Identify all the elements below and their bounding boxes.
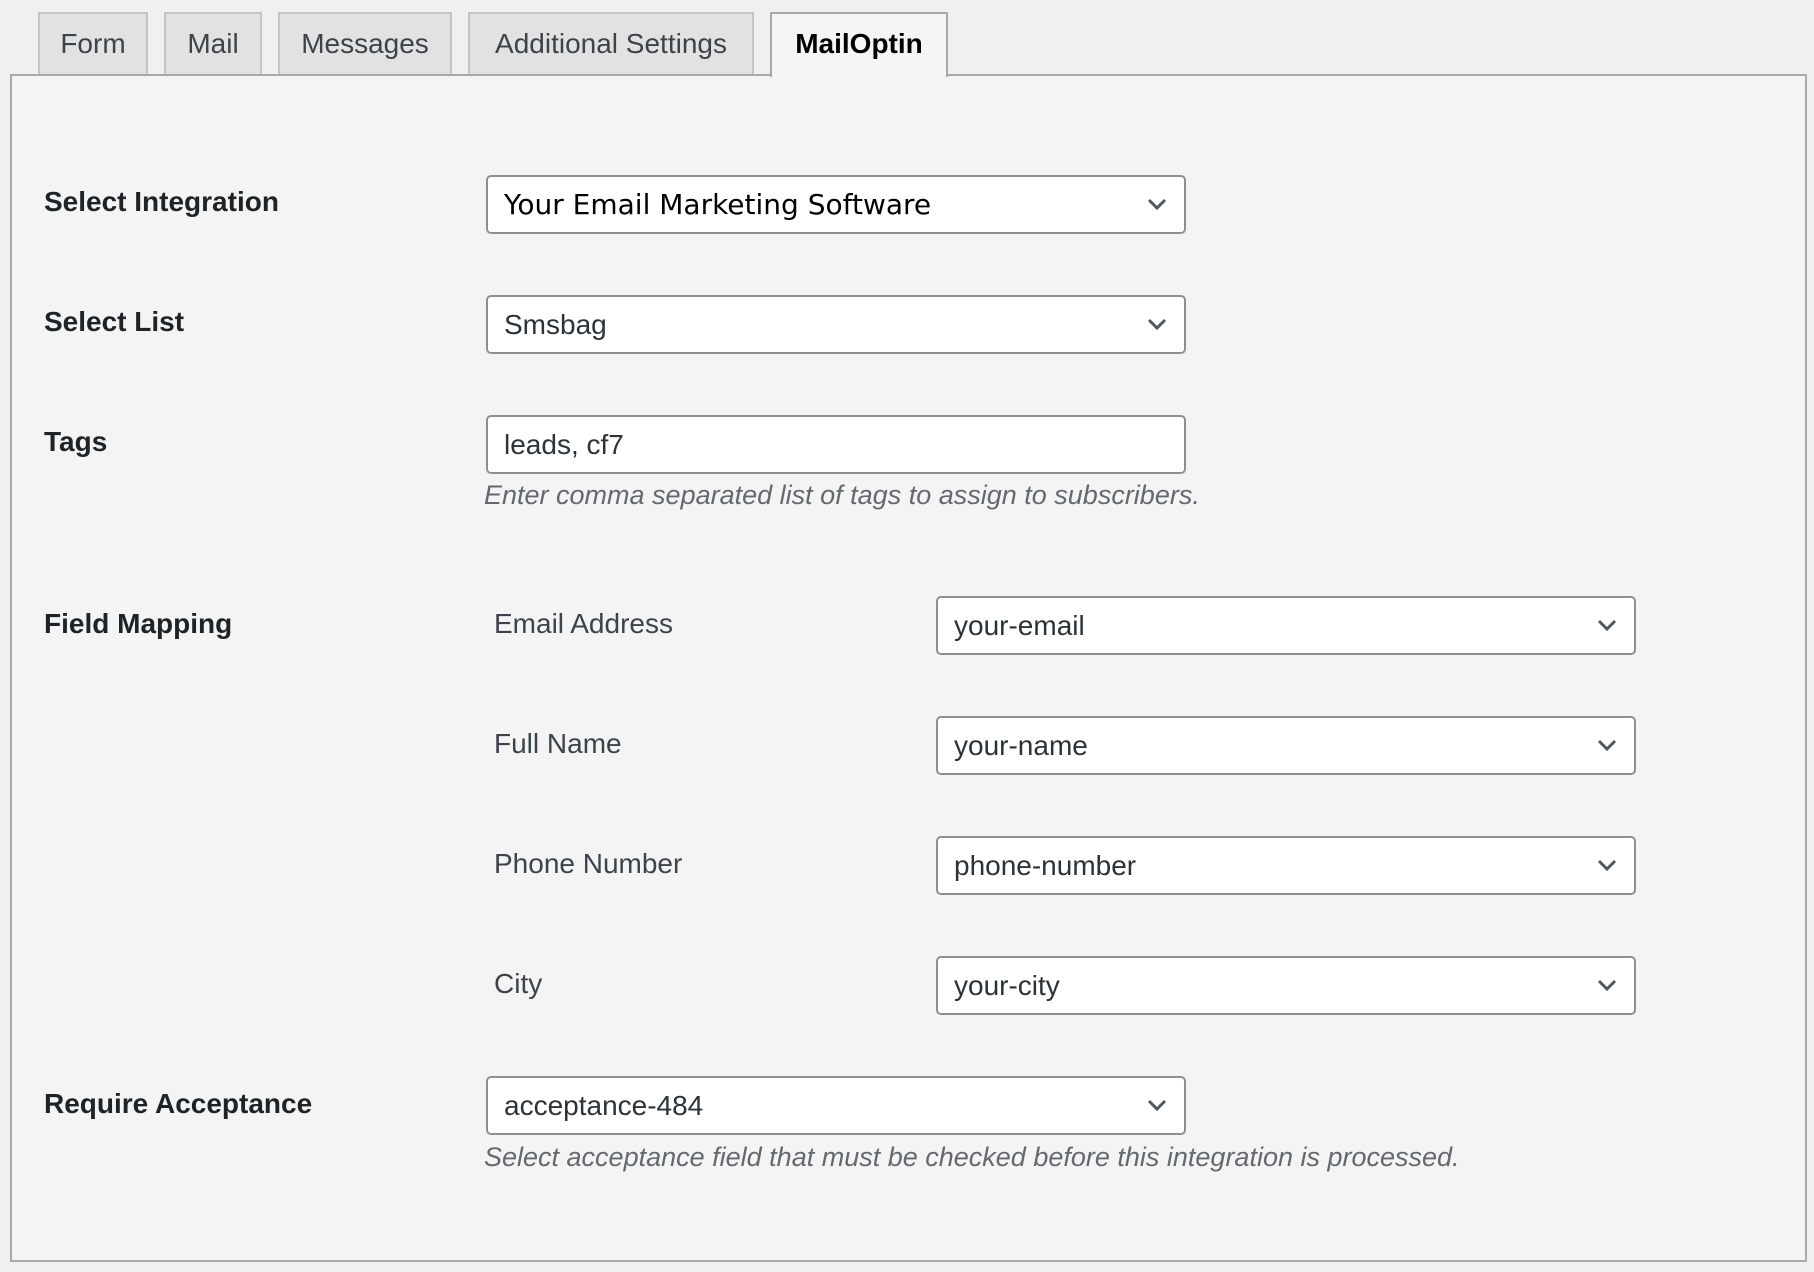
chevron-down-icon — [1594, 732, 1620, 758]
tab-additional-settings[interactable]: Additional Settings — [468, 12, 754, 74]
field-mapping-label: Field Mapping — [44, 608, 233, 639]
chevron-down-icon — [1594, 612, 1620, 638]
chevron-down-icon — [1144, 1092, 1170, 1118]
chevron-down-icon — [1594, 972, 1620, 998]
tab-mailoptin[interactable]: MailOptin — [770, 12, 948, 77]
select-integration-value: Your Email Marketing Software — [504, 188, 932, 221]
mapping-city-dropdown[interactable]: your-city — [936, 956, 1636, 1015]
select-list-value: Smsbag — [504, 309, 607, 340]
chevron-down-icon — [1144, 311, 1170, 337]
tags-help-text: Enter comma separated list of tags to as… — [484, 480, 1200, 510]
mapping-city-value: your-city — [954, 970, 1060, 1001]
chevron-down-icon — [1144, 191, 1170, 217]
mapping-phone-dropdown[interactable]: phone-number — [936, 836, 1636, 895]
select-integration-dropdown[interactable]: Your Email Marketing Software — [486, 175, 1186, 234]
require-acceptance-dropdown[interactable]: acceptance-484 — [486, 1076, 1186, 1135]
mapping-fullname-dropdown[interactable]: your-name — [936, 716, 1636, 775]
chevron-down-icon — [1594, 852, 1620, 878]
tab-form[interactable]: Form — [38, 12, 148, 74]
mapping-field-email-label: Email Address — [494, 608, 673, 639]
mapping-email-value: your-email — [954, 610, 1085, 641]
tags-label: Tags — [44, 426, 108, 457]
select-integration-label: Select Integration — [44, 186, 279, 217]
mapping-field-city-label: City — [494, 968, 543, 999]
tab-messages[interactable]: Messages — [278, 12, 452, 74]
require-acceptance-value: acceptance-484 — [504, 1090, 704, 1121]
mapping-phone-value: phone-number — [954, 850, 1137, 881]
require-acceptance-label: Require Acceptance — [44, 1088, 313, 1119]
mapping-email-dropdown[interactable]: your-email — [936, 596, 1636, 655]
select-list-dropdown[interactable]: Smsbag — [486, 295, 1186, 354]
mapping-fullname-value: your-name — [954, 730, 1088, 761]
acceptance-help-text: Select acceptance field that must be che… — [484, 1142, 1460, 1172]
tab-bar: Form Mail Messages Additional Settings M… — [0, 0, 1814, 77]
mapping-field-phone-label: Phone Number — [494, 848, 683, 879]
mapping-field-fullname-label: Full Name — [494, 728, 622, 759]
tags-input[interactable]: leads, cf7 — [486, 415, 1186, 474]
tab-mail[interactable]: Mail — [164, 12, 262, 74]
select-list-label: Select List — [44, 306, 185, 337]
